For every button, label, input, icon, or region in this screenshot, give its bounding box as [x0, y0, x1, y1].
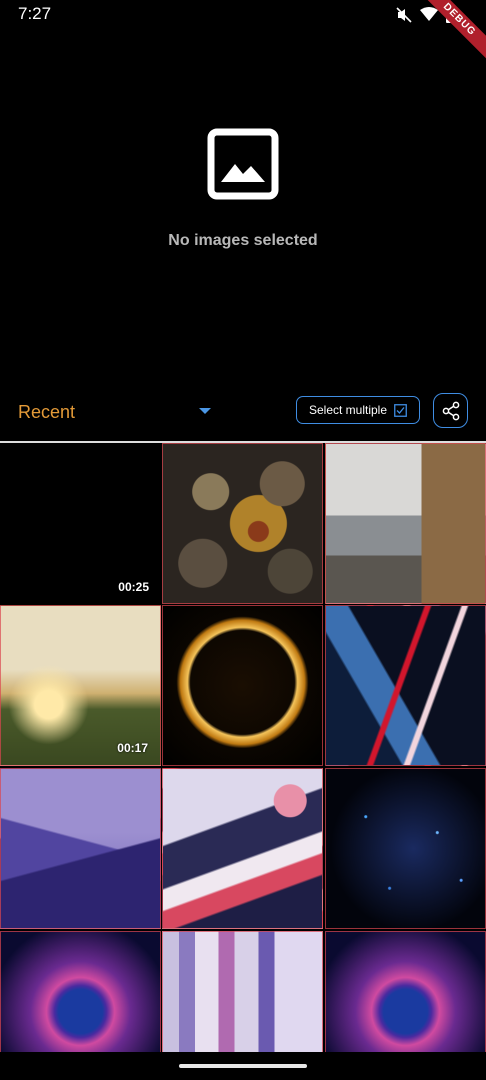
gallery-tile-image[interactable] — [325, 605, 486, 766]
gallery-tile-image[interactable] — [162, 605, 323, 766]
share-icon — [442, 401, 459, 420]
gallery-tile-image[interactable] — [162, 443, 323, 604]
album-dropdown-label[interactable]: Recent — [18, 402, 75, 423]
share-button[interactable] — [433, 393, 468, 428]
gallery-tile-video[interactable]: 00:25 — [0, 443, 161, 604]
select-multiple-label: Select multiple — [308, 403, 388, 417]
gesture-nav-handle[interactable] — [179, 1064, 307, 1068]
status-time: 7:27 — [18, 4, 52, 23]
gallery-toolbar: Recent Select multiple — [0, 390, 486, 440]
gallery-tile-image[interactable] — [162, 768, 323, 929]
gallery-tile-image[interactable] — [162, 931, 323, 1052]
gallery-tile-image[interactable] — [325, 768, 486, 929]
selection-preview: No images selected — [0, 30, 486, 390]
gallery-tile-image[interactable] — [0, 768, 161, 929]
wifi-icon — [420, 7, 438, 21]
empty-selection-message: No images selected — [168, 232, 318, 249]
status-bar: 7:27 DEBUG — [0, 0, 486, 65]
gallery-tile-image[interactable] — [0, 931, 161, 1052]
media-grid: 00:25 00:17 — [0, 443, 486, 1052]
mute-icon — [396, 6, 412, 23]
gallery-tile-image[interactable] — [325, 931, 486, 1052]
chevron-down-icon[interactable] — [199, 408, 211, 414]
gallery-tile-image[interactable] — [325, 443, 486, 604]
checkbox-icon — [394, 403, 407, 417]
video-duration: 00:17 — [117, 741, 148, 755]
select-multiple-button[interactable]: Select multiple — [296, 396, 420, 424]
image-placeholder-icon — [207, 128, 279, 200]
video-duration: 00:25 — [118, 580, 149, 594]
gallery-tile-video[interactable]: 00:17 — [0, 605, 161, 766]
